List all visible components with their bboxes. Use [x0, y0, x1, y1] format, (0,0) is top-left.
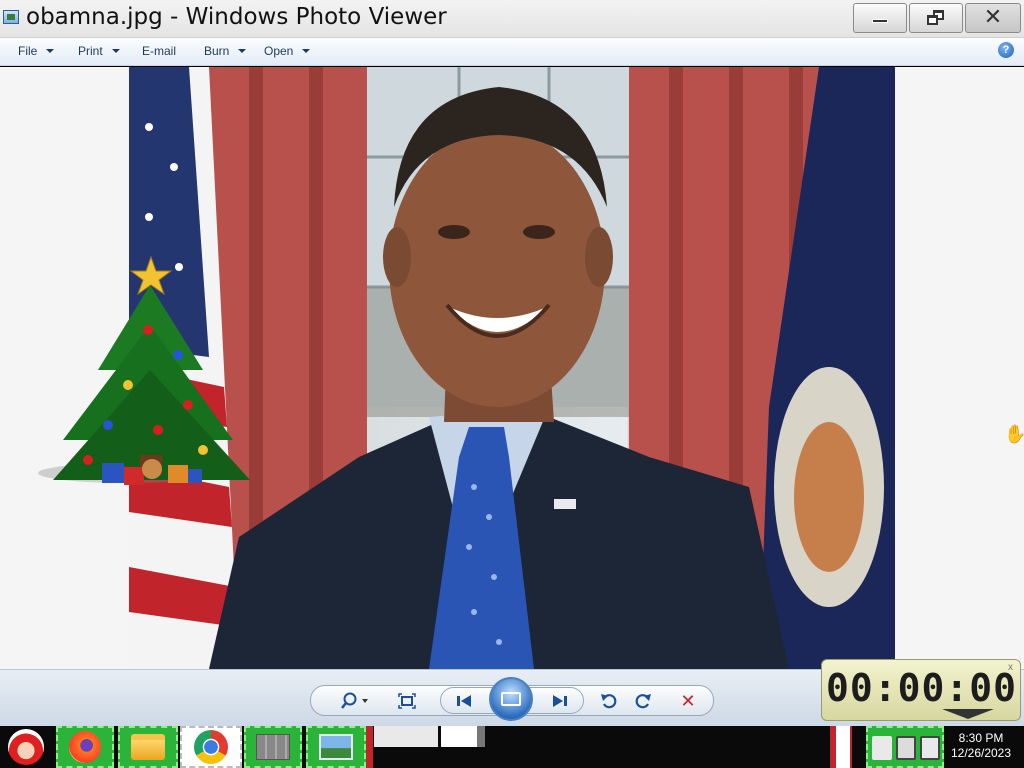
- slideshow-button[interactable]: [489, 677, 533, 721]
- slideshow-icon: [501, 692, 521, 706]
- window-title: obamna.jpg - Windows Photo Viewer: [26, 4, 447, 30]
- taskbar-blank-slot[interactable]: [374, 726, 438, 747]
- chrome-icon: [194, 730, 228, 764]
- photo-area[interactable]: ✋: [0, 67, 1024, 669]
- menu-burn-label: Burn: [204, 44, 230, 58]
- close-icon: ✕: [983, 5, 1003, 30]
- rotate-counterclockwise-button[interactable]: [597, 689, 621, 713]
- close-button[interactable]: ✕: [965, 3, 1021, 33]
- title-bar[interactable]: obamna.jpg - Windows Photo Viewer ✕: [0, 0, 1024, 38]
- actual-size-icon: [398, 693, 416, 709]
- next-button[interactable]: [548, 689, 572, 713]
- file-explorer-icon: [131, 734, 165, 760]
- taskbar-clock[interactable]: 8:30 PM 12/26/2023: [940, 731, 1022, 761]
- stopwatch-time: 00:00:00: [826, 666, 1018, 710]
- next-icon: [553, 695, 567, 707]
- taskbar-chrome[interactable]: [180, 726, 242, 768]
- network-tray-icon[interactable]: [896, 736, 916, 760]
- delete-icon: ✕: [680, 690, 696, 711]
- clock-time: 8:30 PM: [958, 731, 1004, 745]
- taskbar-photo-viewer[interactable]: [306, 726, 366, 768]
- taskbar-blank-slot[interactable]: [441, 726, 477, 747]
- stopwatch-gadget[interactable]: 00:00:00 x: [821, 659, 1021, 721]
- chevron-down-icon: [46, 49, 55, 53]
- menu-email-label: E-mail: [142, 44, 177, 58]
- menu-open[interactable]: Open: [264, 44, 311, 58]
- delete-button[interactable]: ✕: [676, 689, 700, 713]
- menu-burn[interactable]: Burn: [204, 44, 247, 58]
- menu-email[interactable]: E-mail: [142, 44, 176, 58]
- system-tray: [866, 726, 944, 768]
- taskbar-firefox[interactable]: [56, 726, 114, 768]
- actual-size-button[interactable]: [395, 689, 419, 713]
- zoom-button[interactable]: [338, 689, 372, 713]
- flag-tray-icon[interactable]: [872, 736, 892, 760]
- rotate-clockwise-button[interactable]: [631, 689, 655, 713]
- menu-print-label: Print: [78, 44, 103, 58]
- chevron-down-icon: [302, 49, 311, 53]
- clock-date: 12/26/2023: [950, 746, 1012, 760]
- taskbar-blank-slot: [477, 726, 485, 747]
- minimize-icon: [872, 19, 888, 23]
- start-button[interactable]: [0, 726, 52, 768]
- christmas-tree-gadget[interactable]: [28, 255, 254, 495]
- volume-tray-icon[interactable]: [920, 736, 940, 760]
- brick-wall-icon: [256, 734, 290, 760]
- restore-button[interactable]: [909, 3, 963, 33]
- menu-open-label: Open: [264, 44, 294, 58]
- rotate-clockwise-icon: [635, 694, 651, 709]
- magnifier-icon: [341, 692, 368, 709]
- hand-cursor-icon: ✋: [1004, 424, 1024, 444]
- taskbar: 8:30 PM 12/26/2023: [0, 726, 1024, 768]
- menu-file[interactable]: File: [18, 44, 55, 58]
- taskbar-edge-strip: [366, 726, 373, 768]
- menu-print[interactable]: Print: [78, 44, 120, 58]
- chevron-down-icon: [111, 49, 120, 53]
- help-icon[interactable]: ?: [998, 42, 1014, 58]
- rotate-counterclockwise-icon: [601, 694, 617, 709]
- restore-icon: [927, 10, 945, 26]
- photo-viewer-app-icon[interactable]: [3, 10, 19, 24]
- photo-viewer-icon: [319, 734, 353, 760]
- previous-button[interactable]: [452, 689, 476, 713]
- stopwatch-close-icon[interactable]: x: [1008, 662, 1013, 673]
- menu-bar: File Print E-mail Burn Open ?: [0, 38, 1024, 66]
- minimize-button[interactable]: [853, 3, 907, 33]
- previous-icon: [457, 695, 471, 707]
- taskbar-firewall[interactable]: [244, 726, 302, 768]
- chevron-down-icon: [238, 49, 247, 53]
- tray-white-icon[interactable]: [836, 726, 850, 768]
- santa-start-icon: [8, 729, 44, 765]
- menu-file-label: File: [18, 44, 38, 58]
- taskbar-file-explorer[interactable]: [118, 726, 178, 768]
- firefox-icon: [69, 731, 101, 763]
